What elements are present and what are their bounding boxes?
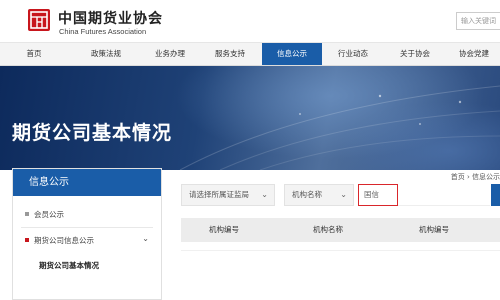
logo-title-en: China Futures Association (59, 27, 147, 36)
sidebar: 信息公示 会员公示 期货公司信息公示 ⌄ 期货公司基本情况 (12, 168, 162, 300)
page-banner: 期货公司基本情况 (0, 66, 500, 170)
chevron-down-icon: ⌄ (261, 190, 268, 199)
sidebar-subitem-basic-info[interactable]: 期货公司基本情况 (13, 253, 161, 277)
logo-title-cn[interactable]: 中国期货业协会 (58, 8, 163, 28)
nav-item-info-disclosure[interactable]: 信息公示 (262, 43, 322, 65)
regulator-select-value: 请选择所属证监局 (189, 190, 249, 199)
nav-item-about[interactable]: 关于协会 (387, 43, 443, 65)
sidebar-item-label: 期货公司信息公示 (34, 236, 94, 245)
nav-item-industry-news[interactable]: 行业动态 (325, 43, 381, 65)
sidebar-title: 信息公示 (13, 169, 161, 196)
search-input[interactable]: 输入关键词 (456, 12, 500, 30)
nav-item-business[interactable]: 业务办理 (140, 43, 200, 65)
column-header-institution-number-2: 机构编号 (419, 225, 449, 234)
column-header-institution-name: 机构名称 (313, 225, 343, 234)
filter-bar: 请选择所属证监局 ⌄ 机构名称 ⌄ 国信 (181, 184, 500, 208)
breadcrumb[interactable]: 首页 › 信息公示 (451, 172, 500, 182)
field-select-value: 机构名称 (292, 190, 322, 199)
regulator-select[interactable]: 请选择所属证监局 ⌄ (181, 184, 275, 206)
main-nav: 首页 政策法规 业务办理 服务支持 信息公示 行业动态 关于协会 协会党建 (0, 42, 500, 66)
table-body (181, 242, 500, 300)
nav-item-policy[interactable]: 政策法规 (76, 43, 136, 65)
nav-item-home[interactable]: 首页 (8, 43, 60, 65)
nav-item-service[interactable]: 服务支持 (200, 43, 260, 65)
table-row (181, 250, 500, 251)
bullet-icon (25, 212, 29, 216)
field-select[interactable]: 机构名称 ⌄ (284, 184, 354, 206)
sidebar-subitem-label: 期货公司基本情况 (39, 261, 99, 270)
page-title: 期货公司基本情况 (12, 122, 173, 144)
table-header: 机构编号 机构名称 机构编号 (181, 218, 500, 242)
chevron-down-icon[interactable]: ⌄ (142, 234, 149, 243)
nav-item-party[interactable]: 协会党建 (448, 43, 500, 65)
logo-icon[interactable] (28, 9, 50, 31)
sidebar-item-futures-company-info[interactable]: 期货公司信息公示 ⌄ (13, 228, 161, 252)
input-extension[interactable] (398, 184, 490, 206)
query-button[interactable] (491, 184, 500, 206)
chevron-down-icon: ⌄ (340, 190, 347, 199)
sidebar-item-member-disclosure[interactable]: 会员公示 (13, 202, 161, 226)
column-header-institution-number: 机构编号 (209, 225, 239, 234)
institution-name-input[interactable]: 国信 (358, 184, 398, 206)
bullet-icon (25, 238, 29, 242)
site-header: 中国期货业协会 China Futures Association 输入关键词 (0, 0, 500, 42)
sidebar-item-label: 会员公示 (34, 210, 64, 219)
